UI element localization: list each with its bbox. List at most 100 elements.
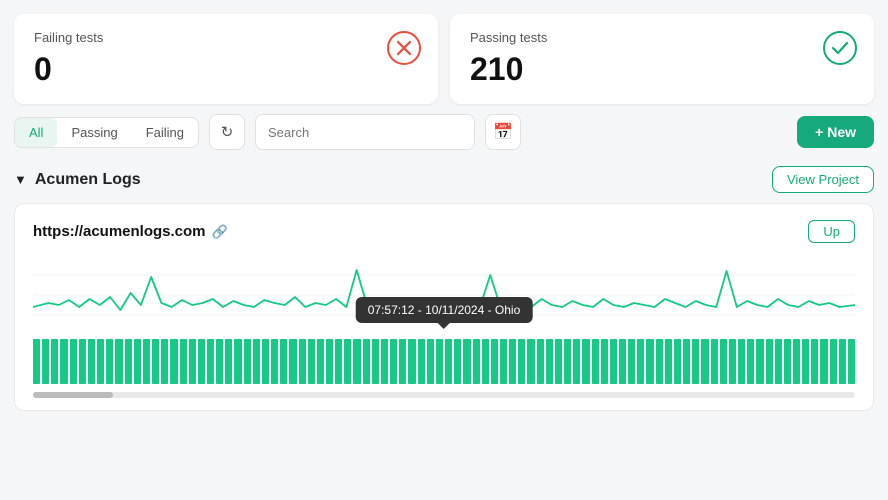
bar-item [628,339,635,384]
monitor-url-text: https://acumenlogs.com [33,223,206,240]
bar-item [152,339,159,384]
monitor-url: https://acumenlogs.com 🔗 [33,223,228,240]
bar-item [253,339,260,384]
bar-item [500,339,507,384]
bar-item [592,339,599,384]
bar-item [656,339,663,384]
bar-item [482,339,489,384]
bar-item [839,339,846,384]
bar-item [51,339,58,384]
bar-item [399,339,406,384]
new-button-label: + New [815,124,856,140]
view-project-label: View Project [787,172,859,187]
filter-failing-button[interactable]: Failing [132,118,198,147]
bar-item [353,339,360,384]
bar-item [711,339,718,384]
bar-item [180,339,187,384]
bar-item [527,339,534,384]
bar-item [646,339,653,384]
bar-item [793,339,800,384]
bar-item [134,339,141,384]
failing-icon [386,30,422,66]
bar-item [537,339,544,384]
bar-item [88,339,95,384]
bar-item [363,339,370,384]
project-title-group: ▼ Acumen Logs [14,171,141,189]
passing-card-title: Passing tests [470,30,854,45]
line-chart-area: 07:57:12 - 10/11/2024 - Ohio [33,255,855,398]
bar-item [775,339,782,384]
passing-icon [822,30,858,66]
bar-item [555,339,562,384]
bar-chart-container [33,339,855,384]
status-badge: Up [808,220,855,243]
bar-item [344,339,351,384]
bar-item [42,339,49,384]
bar-item [582,339,589,384]
bar-item [811,339,818,384]
bar-item [189,339,196,384]
bar-item [820,339,827,384]
bar-item [445,339,452,384]
calendar-icon: 📅 [493,122,513,142]
bar-item [427,339,434,384]
bar-item [244,339,251,384]
tooltip-text: 07:57:12 - 10/11/2024 - Ohio [368,303,521,317]
bar-item [381,339,388,384]
new-button[interactable]: + New [797,116,874,148]
bar-item [390,339,397,384]
scrollbar-thumb[interactable] [33,392,113,398]
bar-item [601,339,608,384]
bar-item [262,339,269,384]
bar-item [463,339,470,384]
bar-item [198,339,205,384]
bar-item [756,339,763,384]
bar-item [473,339,480,384]
search-input[interactable] [268,125,462,140]
bar-item [518,339,525,384]
failing-card-value: 0 [34,51,418,88]
bar-item [79,339,86,384]
bar-item [848,339,855,384]
bar-item [766,339,773,384]
bar-item [637,339,644,384]
filter-passing-button[interactable]: Passing [57,118,131,147]
bar-item [610,339,617,384]
failing-tests-card: Failing tests 0 [14,14,438,104]
bar-item [326,339,333,384]
project-section: ▼ Acumen Logs View Project https://acume… [0,162,888,421]
bar-item [335,339,342,384]
bar-item [509,339,516,384]
line-chart-container: 07:57:12 - 10/11/2024 - Ohio [33,255,855,335]
refresh-button[interactable]: ↻ [209,114,245,150]
bar-item [436,339,443,384]
scrollbar[interactable] [33,392,855,398]
filter-all-button[interactable]: All [15,118,57,147]
search-box [255,114,475,150]
refresh-icon: ↻ [221,123,234,141]
bar-item [271,339,278,384]
collapse-icon[interactable]: ▼ [14,172,27,187]
bar-item [317,339,324,384]
bar-item [546,339,553,384]
bar-item [234,339,241,384]
bar-item [216,339,223,384]
bar-item [418,339,425,384]
bar-item [408,339,415,384]
bar-item [143,339,150,384]
bar-item [106,339,113,384]
bar-item [674,339,681,384]
bar-item [289,339,296,384]
bar-item [802,339,809,384]
bar-item [830,339,837,384]
passing-card-value: 210 [470,51,854,88]
link-icon: 🔗 [212,224,228,240]
bar-item [125,339,132,384]
bar-item [97,339,104,384]
failing-card-title: Failing tests [34,30,418,45]
project-title-text: Acumen Logs [35,171,141,189]
view-project-button[interactable]: View Project [772,166,874,193]
bar-item [115,339,122,384]
bar-item [729,339,736,384]
calendar-button[interactable]: 📅 [485,114,521,150]
